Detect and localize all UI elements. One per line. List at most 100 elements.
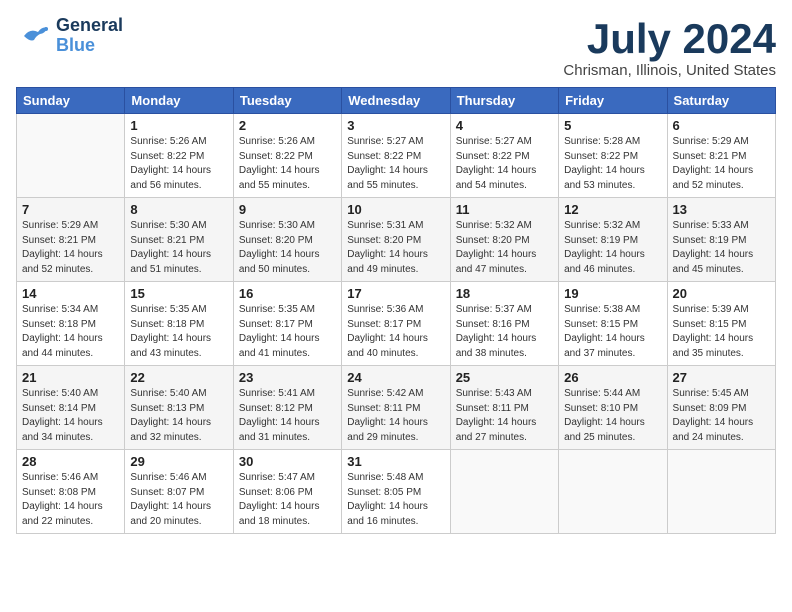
calendar-cell: 30 Sunrise: 5:47 AM Sunset: 8:06 PM Dayli…: [233, 450, 341, 534]
day-info: Sunrise: 5:36 AM Sunset: 8:17 PM Dayligh…: [347, 303, 444, 361]
weekday-header: Wednesday: [342, 88, 450, 114]
weekday-header: Monday: [125, 88, 233, 114]
day-number: 18: [456, 286, 553, 301]
logo-blue-text: Blue: [56, 36, 123, 56]
day-info: Sunrise: 5:40 AM Sunset: 8:13 PM Dayligh…: [130, 387, 227, 445]
calendar-cell: 15Sunrise: 5:35 AM Sunset: 8:18 PM Dayli…: [125, 282, 233, 366]
logo-name: General Blue: [56, 16, 123, 56]
day-number: 3: [347, 118, 444, 133]
calendar-cell: 4 Sunrise: 5:27 AM Sunset: 8:22 PM Daylig…: [450, 114, 558, 198]
day-info: Sunrise: 5:30 AM Sunset: 8:20 PM Dayligh…: [239, 219, 336, 277]
location: Chrisman, Illinois, United States: [563, 62, 776, 79]
day-info: Sunrise: 5:34 AM Sunset: 8:18 PM Dayligh…: [22, 303, 119, 361]
day-info: Sunrise: 5:42 AM Sunset: 8:11 PM Dayligh…: [347, 387, 444, 445]
day-info: Sunrise: 5:44 AM Sunset: 8:10 PM Dayligh…: [564, 387, 661, 445]
day-number: 17: [347, 286, 444, 301]
day-number: 13: [673, 202, 770, 217]
calendar-cell: 8Sunrise: 5:30 AM Sunset: 8:21 PM Daylig…: [125, 198, 233, 282]
weekday-header: Sunday: [17, 88, 125, 114]
logo: General Blue: [16, 16, 123, 56]
day-number: 30: [239, 454, 336, 469]
day-number: 7: [22, 202, 119, 217]
page-header: General Blue July 2024 Chrisman, Illinoi…: [16, 16, 776, 79]
day-info: Sunrise: 5:26 AM Sunset: 8:22 PM Dayligh…: [239, 135, 336, 193]
calendar-cell: 11Sunrise: 5:32 AM Sunset: 8:20 PM Dayli…: [450, 198, 558, 282]
day-number: 29: [130, 454, 227, 469]
day-number: 25: [456, 370, 553, 385]
calendar-cell: 20 Sunrise: 5:39 AM Sunset: 8:15 PM Dayli…: [667, 282, 775, 366]
calendar-cell: 21Sunrise: 5:40 AM Sunset: 8:14 PM Dayli…: [17, 366, 125, 450]
calendar-cell: 18Sunrise: 5:37 AM Sunset: 8:16 PM Dayli…: [450, 282, 558, 366]
calendar-cell: [450, 450, 558, 534]
day-number: 1: [130, 118, 227, 133]
day-number: 4: [456, 118, 553, 133]
day-number: 9: [239, 202, 336, 217]
weekday-header: Saturday: [667, 88, 775, 114]
calendar-week-row: 1 Sunrise: 5:26 AM Sunset: 8:22 PM Daylig…: [17, 114, 776, 198]
day-info: Sunrise: 5:46 AM Sunset: 8:08 PM Dayligh…: [22, 471, 119, 529]
month-title: July 2024: [563, 16, 776, 62]
calendar-cell: 16 Sunrise: 5:35 AM Sunset: 8:17 PM Dayli…: [233, 282, 341, 366]
day-number: 16: [239, 286, 336, 301]
day-number: 5: [564, 118, 661, 133]
day-info: Sunrise: 5:47 AM Sunset: 8:06 PM Dayligh…: [239, 471, 336, 529]
calendar-cell: 6 Sunrise: 5:29 AM Sunset: 8:21 PM Daylig…: [667, 114, 775, 198]
calendar-cell: 23Sunrise: 5:41 AM Sunset: 8:12 PM Dayli…: [233, 366, 341, 450]
calendar-cell: 1 Sunrise: 5:26 AM Sunset: 8:22 PM Daylig…: [125, 114, 233, 198]
day-number: 15: [130, 286, 227, 301]
day-info: Sunrise: 5:46 AM Sunset: 8:07 PM Dayligh…: [130, 471, 227, 529]
title-block: July 2024 Chrisman, Illinois, United Sta…: [563, 16, 776, 79]
calendar-cell: 9 Sunrise: 5:30 AM Sunset: 8:20 PM Daylig…: [233, 198, 341, 282]
calendar-cell: 31Sunrise: 5:48 AM Sunset: 8:05 PM Dayli…: [342, 450, 450, 534]
day-number: 6: [673, 118, 770, 133]
calendar-cell: 10Sunrise: 5:31 AM Sunset: 8:20 PM Dayli…: [342, 198, 450, 282]
calendar-cell: 12Sunrise: 5:32 AM Sunset: 8:19 PM Dayli…: [559, 198, 667, 282]
calendar-cell: 7 Sunrise: 5:29 AM Sunset: 8:21 PM Daylig…: [17, 198, 125, 282]
calendar-cell: 26 Sunrise: 5:44 AM Sunset: 8:10 PM Dayli…: [559, 366, 667, 450]
calendar-week-row: 28 Sunrise: 5:46 AM Sunset: 8:08 PM Dayli…: [17, 450, 776, 534]
calendar-cell: 14 Sunrise: 5:34 AM Sunset: 8:18 PM Dayli…: [17, 282, 125, 366]
day-info: Sunrise: 5:26 AM Sunset: 8:22 PM Dayligh…: [130, 135, 227, 193]
logo-general-text: General: [56, 16, 123, 36]
day-number: 19: [564, 286, 661, 301]
day-info: Sunrise: 5:35 AM Sunset: 8:17 PM Dayligh…: [239, 303, 336, 361]
calendar-cell: 29 Sunrise: 5:46 AM Sunset: 8:07 PM Dayli…: [125, 450, 233, 534]
calendar-cell: 2Sunrise: 5:26 AM Sunset: 8:22 PM Daylig…: [233, 114, 341, 198]
day-number: 27: [673, 370, 770, 385]
day-number: 26: [564, 370, 661, 385]
day-info: Sunrise: 5:33 AM Sunset: 8:19 PM Dayligh…: [673, 219, 770, 277]
day-number: 24: [347, 370, 444, 385]
day-info: Sunrise: 5:27 AM Sunset: 8:22 PM Dayligh…: [456, 135, 553, 193]
day-number: 10: [347, 202, 444, 217]
day-number: 23: [239, 370, 336, 385]
day-info: Sunrise: 5:38 AM Sunset: 8:15 PM Dayligh…: [564, 303, 661, 361]
day-info: Sunrise: 5:32 AM Sunset: 8:20 PM Dayligh…: [456, 219, 553, 277]
day-info: Sunrise: 5:39 AM Sunset: 8:15 PM Dayligh…: [673, 303, 770, 361]
calendar-week-row: 14 Sunrise: 5:34 AM Sunset: 8:18 PM Dayli…: [17, 282, 776, 366]
calendar-cell: 17 Sunrise: 5:36 AM Sunset: 8:17 PM Dayli…: [342, 282, 450, 366]
day-info: Sunrise: 5:28 AM Sunset: 8:22 PM Dayligh…: [564, 135, 661, 193]
weekday-header: Friday: [559, 88, 667, 114]
calendar-cell: 19 Sunrise: 5:38 AM Sunset: 8:15 PM Dayli…: [559, 282, 667, 366]
day-info: Sunrise: 5:30 AM Sunset: 8:21 PM Dayligh…: [130, 219, 227, 277]
day-info: Sunrise: 5:40 AM Sunset: 8:14 PM Dayligh…: [22, 387, 119, 445]
day-info: Sunrise: 5:43 AM Sunset: 8:11 PM Dayligh…: [456, 387, 553, 445]
day-info: Sunrise: 5:29 AM Sunset: 8:21 PM Dayligh…: [22, 219, 119, 277]
day-info: Sunrise: 5:48 AM Sunset: 8:05 PM Dayligh…: [347, 471, 444, 529]
day-number: 14: [22, 286, 119, 301]
calendar-table: SundayMondayTuesdayWednesdayThursdayFrid…: [16, 87, 776, 534]
day-number: 20: [673, 286, 770, 301]
day-info: Sunrise: 5:29 AM Sunset: 8:21 PM Dayligh…: [673, 135, 770, 193]
calendar-cell: [667, 450, 775, 534]
weekday-header: Tuesday: [233, 88, 341, 114]
calendar-week-row: 7 Sunrise: 5:29 AM Sunset: 8:21 PM Daylig…: [17, 198, 776, 282]
weekday-header: Thursday: [450, 88, 558, 114]
calendar-cell: [17, 114, 125, 198]
day-info: Sunrise: 5:27 AM Sunset: 8:22 PM Dayligh…: [347, 135, 444, 193]
calendar-cell: 22Sunrise: 5:40 AM Sunset: 8:13 PM Dayli…: [125, 366, 233, 450]
calendar-week-row: 21Sunrise: 5:40 AM Sunset: 8:14 PM Dayli…: [17, 366, 776, 450]
day-number: 28: [22, 454, 119, 469]
calendar-cell: 5 Sunrise: 5:28 AM Sunset: 8:22 PM Daylig…: [559, 114, 667, 198]
calendar-cell: 24 Sunrise: 5:42 AM Sunset: 8:11 PM Dayli…: [342, 366, 450, 450]
calendar-cell: [559, 450, 667, 534]
